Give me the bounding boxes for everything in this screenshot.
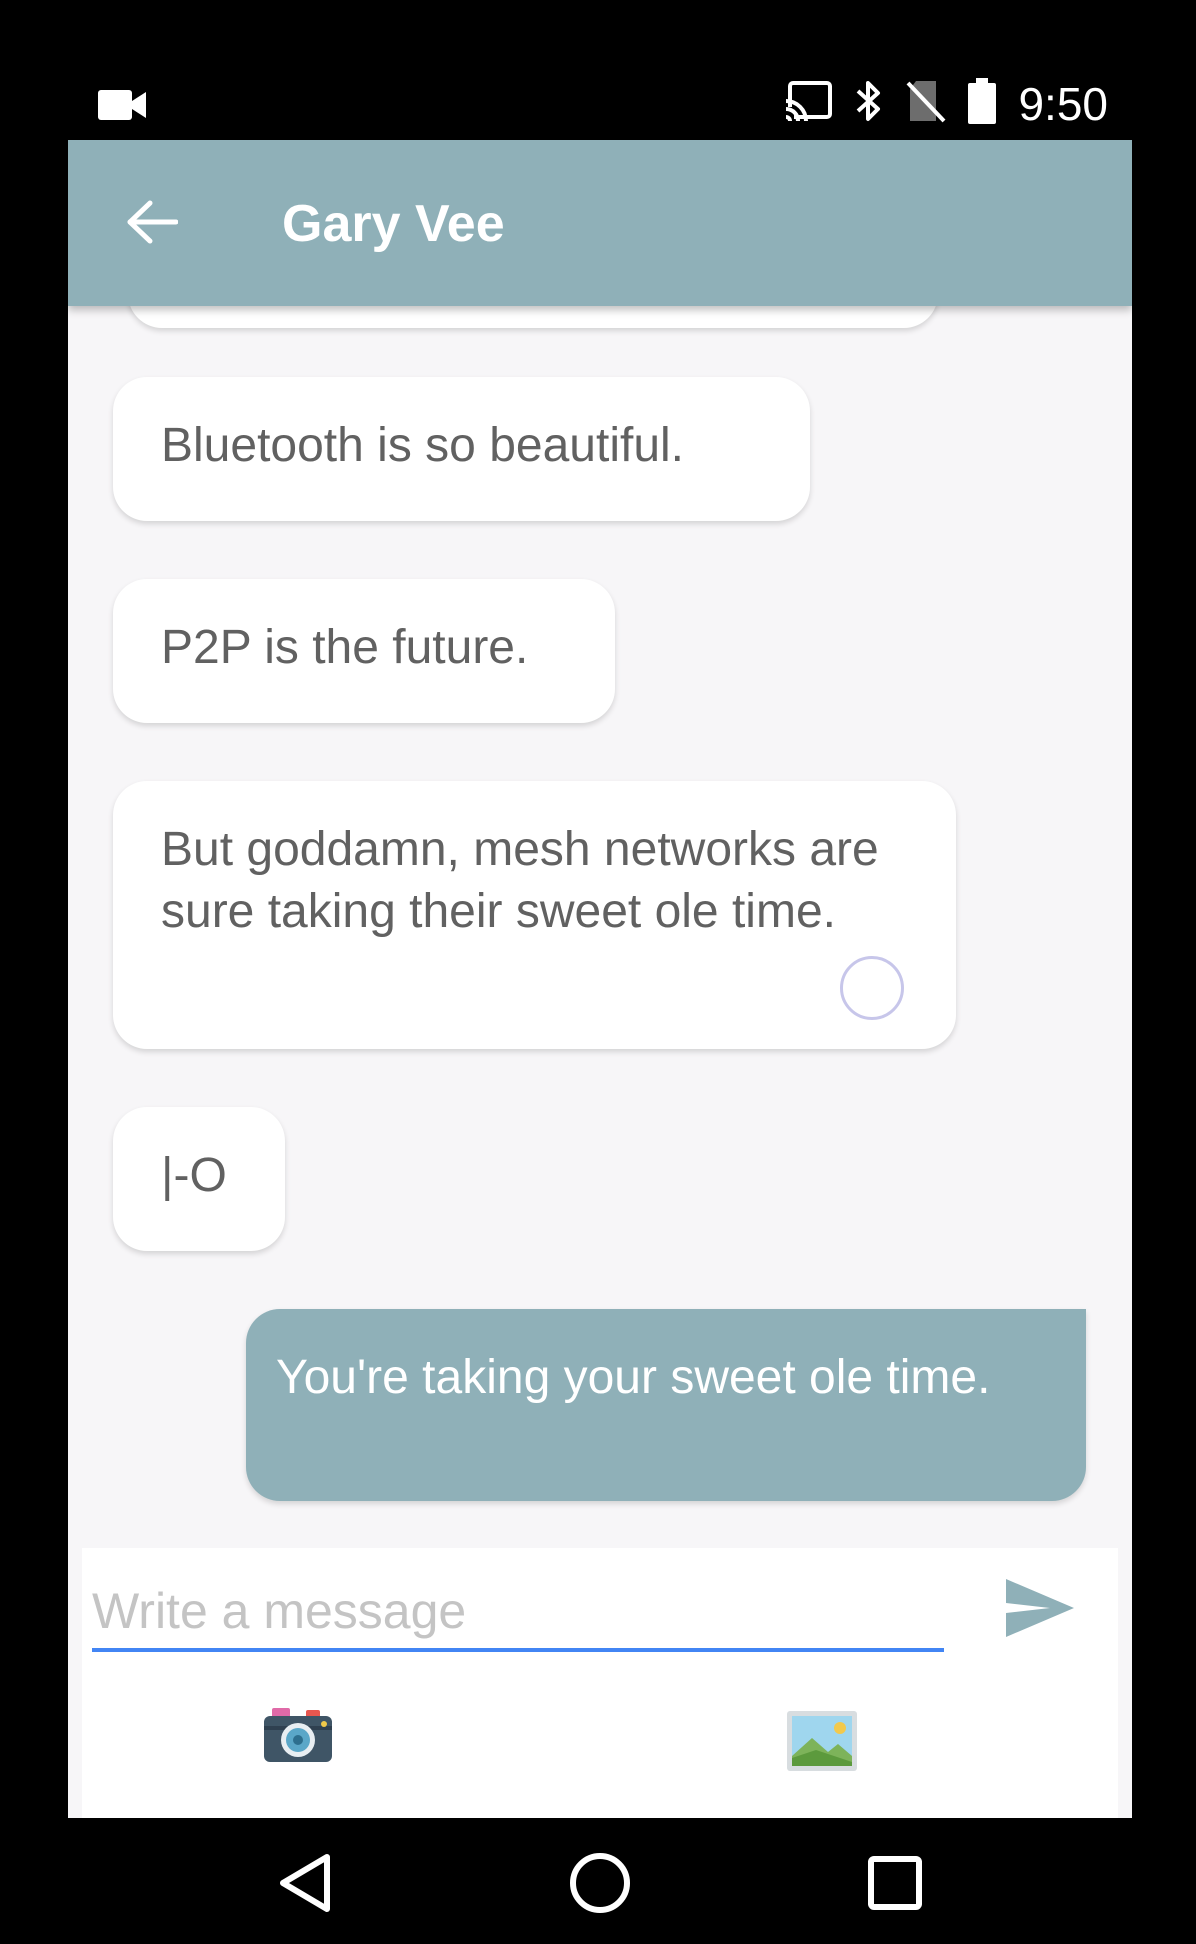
back-triangle-icon (277, 1853, 333, 1918)
chat-screen: Gary Vee Bluetooth is so beautiful. P2P … (68, 140, 1132, 1818)
incoming-message: P2P is the future. (113, 579, 615, 723)
status-time: 9:50 (1018, 77, 1108, 130)
touch-indicator (840, 956, 904, 1020)
arrow-left-icon (126, 199, 179, 250)
nav-home-button[interactable] (565, 1850, 635, 1920)
battery-icon (968, 78, 997, 129)
status-bar: 9:50 (0, 0, 1196, 140)
cast-icon (784, 81, 833, 126)
navigation-bar (0, 1818, 1196, 1944)
no-sim-icon (906, 79, 946, 128)
message-text: |-O (161, 1149, 227, 1202)
chat-title: Gary Vee (282, 195, 505, 253)
message-text: But goddamn, mesh networks are sure taki… (161, 823, 879, 938)
incoming-message: Bluetooth is so beautiful. (113, 377, 810, 521)
send-button[interactable] (1000, 1570, 1080, 1650)
message-input[interactable] (92, 1574, 944, 1652)
back-button[interactable] (120, 192, 184, 256)
bluetooth-icon (854, 79, 884, 128)
message-composer (82, 1548, 1118, 1818)
incoming-message: |-O (113, 1107, 285, 1251)
video-camera-icon (98, 90, 148, 125)
message-list[interactable]: Bluetooth is so beautiful. P2P is the fu… (68, 306, 1132, 1686)
message-text: Bluetooth is so beautiful. (161, 419, 685, 472)
camera-button[interactable] (262, 1706, 334, 1769)
nav-recents-button[interactable] (860, 1850, 930, 1920)
incoming-message: But goddamn, mesh networks are sure taki… (113, 781, 956, 1049)
camera-icon (262, 1708, 334, 1768)
outgoing-message: You're taking your sweet ole time. (246, 1309, 1086, 1501)
send-icon (1004, 1577, 1076, 1644)
message-text: You're taking your sweet ole time. (276, 1351, 991, 1404)
toolbar: Gary Vee (68, 140, 1132, 306)
status-icons: 9:50 (784, 78, 1108, 129)
gallery-button[interactable] (786, 1710, 858, 1777)
message-text: P2P is the future. (161, 621, 529, 674)
image-gallery-icon (786, 1711, 858, 1776)
message-bubble-partial (128, 306, 938, 328)
nav-back-button[interactable] (270, 1850, 340, 1920)
home-circle-icon (568, 1851, 632, 1920)
recents-square-icon (867, 1855, 923, 1916)
